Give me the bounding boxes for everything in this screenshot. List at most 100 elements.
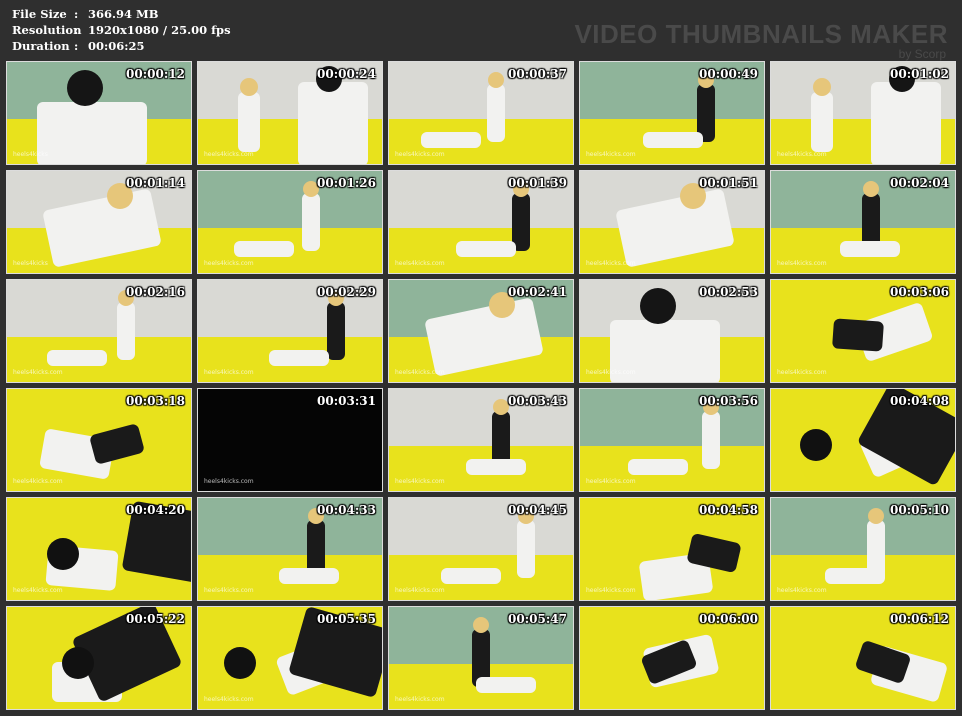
- video-thumbnail[interactable]: 00:05:47 heels4kicks.com: [388, 606, 574, 710]
- video-thumbnail[interactable]: 00:03:31 heels4kicks.com: [197, 388, 383, 492]
- figure-floor: [456, 241, 516, 257]
- figure-floor: [441, 568, 501, 584]
- site-watermark: heels4kicks.com: [586, 369, 636, 376]
- figure-floor: [269, 350, 329, 366]
- video-thumbnail[interactable]: 00:03:56 heels4kicks.com: [579, 388, 765, 492]
- video-thumbnail[interactable]: 00:02:53 heels4kicks.com: [579, 279, 765, 383]
- figure-black-tights: [88, 423, 146, 465]
- video-thumbnail[interactable]: 00:05:35 heels4kicks.com: [197, 606, 383, 710]
- resolution-label: Resolution: [12, 23, 82, 37]
- timestamp-label: 00:01:39: [508, 176, 567, 190]
- resolution-value: 1920x1080 / 25.00 fps: [88, 23, 231, 37]
- video-thumbnail[interactable]: 00:01:51 heels4kicks.com: [579, 170, 765, 274]
- video-thumbnail[interactable]: 00:06:00: [579, 606, 765, 710]
- video-thumbnail[interactable]: 00:04:58 heels4kicks.com: [579, 497, 765, 601]
- site-watermark: heels4kicks.com: [777, 369, 827, 376]
- site-watermark: heels4kicks.com: [204, 587, 254, 594]
- timestamp-label: 00:01:02: [890, 67, 949, 81]
- head-dark-mask: [224, 647, 256, 679]
- video-thumbnail[interactable]: 00:05:10 heels4kicks.com: [770, 497, 956, 601]
- timestamp-label: 00:05:35: [317, 612, 376, 626]
- timestamp-label: 00:03:31: [317, 394, 376, 408]
- video-thumbnail[interactable]: 00:02:04 heels4kicks.com: [770, 170, 956, 274]
- figure-black-tights: [854, 639, 912, 685]
- duration-label: Duration: [12, 39, 70, 53]
- timestamp-label: 00:01:14: [126, 176, 185, 190]
- timestamp-label: 00:02:41: [508, 285, 567, 299]
- head-blonde: [240, 78, 258, 96]
- timestamp-label: 00:02:16: [126, 285, 185, 299]
- brand-title: VIDEO THUMBNAILS MAKER: [574, 19, 948, 49]
- figure-standing: [517, 520, 535, 578]
- video-thumbnail[interactable]: 00:06:12: [770, 606, 956, 710]
- duration-value: 00:06:25: [88, 39, 145, 53]
- head-dark-mask: [47, 538, 79, 570]
- site-watermark: heels4kicks.com: [204, 478, 254, 485]
- figure-floor: [47, 350, 107, 366]
- video-thumbnail[interactable]: 00:05:22: [6, 606, 192, 710]
- video-thumbnail[interactable]: 00:01:39 heels4kicks.com: [388, 170, 574, 274]
- video-thumbnail[interactable]: 00:00:49 heels4kicks.com: [579, 61, 765, 165]
- timestamp-label: 00:03:43: [508, 394, 567, 408]
- video-thumbnail[interactable]: 00:03:18 heels4kicks.com: [6, 388, 192, 492]
- brand-subtitle: by Scorp: [898, 47, 946, 61]
- video-thumbnail[interactable]: 00:04:20 heels4kicks.com: [6, 497, 192, 601]
- video-thumbnail[interactable]: 00:01:02 heels4kicks.com: [770, 61, 956, 165]
- video-thumbnail[interactable]: 00:00:24 heels4kicks.com: [197, 61, 383, 165]
- site-watermark: heels4kicks.com: [204, 151, 254, 158]
- video-thumbnail[interactable]: 00:03:43 heels4kicks.com: [388, 388, 574, 492]
- site-watermark: heels4kicks.com: [395, 696, 445, 703]
- video-thumbnail[interactable]: 00:02:41 heels4kicks.com: [388, 279, 574, 383]
- video-thumbnail[interactable]: 00:02:16 heels4kicks.com: [6, 279, 192, 383]
- figure-standing: [327, 302, 345, 360]
- video-thumbnail[interactable]: 00:04:45 heels4kicks.com: [388, 497, 574, 601]
- video-thumbnail[interactable]: 00:01:14 heels4kicks: [6, 170, 192, 274]
- timestamp-label: 00:02:53: [699, 285, 758, 299]
- duration-separator: :: [74, 39, 79, 53]
- site-watermark: heels4kicks.com: [777, 260, 827, 267]
- site-watermark: heels4kicks: [13, 260, 48, 267]
- timestamp-label: 00:03:56: [699, 394, 758, 408]
- site-watermark: heels4kicks.com: [586, 260, 636, 267]
- timestamp-label: 00:00:37: [508, 67, 567, 81]
- figure-standing: [302, 193, 320, 251]
- timestamp-label: 00:02:29: [317, 285, 376, 299]
- site-watermark: heels4kicks.com: [13, 478, 63, 485]
- file-size-separator: :: [74, 7, 79, 21]
- timestamp-label: 00:02:04: [890, 176, 949, 190]
- figure-black-tights: [832, 318, 884, 352]
- timestamp-label: 00:03:18: [126, 394, 185, 408]
- site-watermark: heels4kicks.com: [586, 587, 636, 594]
- site-watermark: heels4kicks.com: [777, 587, 827, 594]
- head-blonde: [863, 181, 879, 197]
- timestamp-label: 00:06:12: [890, 612, 949, 626]
- video-thumbnail[interactable]: 00:02:29 heels4kicks.com: [197, 279, 383, 383]
- file-size-row: File Size : 366.94 MB: [12, 6, 231, 22]
- site-watermark: heels4kicks: [13, 151, 48, 158]
- figure-white-suit: [811, 92, 833, 152]
- file-size-value: 366.94 MB: [88, 7, 159, 21]
- video-thumbnail[interactable]: 00:04:08: [770, 388, 956, 492]
- site-watermark: heels4kicks.com: [586, 478, 636, 485]
- site-watermark: heels4kicks.com: [586, 151, 636, 158]
- figure-floor: [643, 132, 703, 148]
- site-watermark: heels4kicks.com: [204, 696, 254, 703]
- timestamp-label: 00:04:20: [126, 503, 185, 517]
- site-watermark: heels4kicks.com: [13, 587, 63, 594]
- head-blonde: [473, 617, 489, 633]
- duration-row: Duration : 00:06:25: [12, 38, 231, 54]
- video-thumbnail[interactable]: 00:01:26 heels4kicks.com: [197, 170, 383, 274]
- video-thumbnail[interactable]: 00:00:12 heels4kicks: [6, 61, 192, 165]
- thumbnail-grid: 00:00:12 heels4kicks 00:00:24 heels4kicks.c…: [6, 61, 956, 710]
- site-watermark: heels4kicks.com: [395, 587, 445, 594]
- video-thumbnail[interactable]: 00:00:37 heels4kicks.com: [388, 61, 574, 165]
- site-watermark: heels4kicks.com: [204, 260, 254, 267]
- video-thumbnail[interactable]: 00:03:06 heels4kicks.com: [770, 279, 956, 383]
- file-size-label: File Size: [12, 7, 67, 21]
- head-blonde: [868, 508, 884, 524]
- video-thumbnail[interactable]: 00:04:33 heels4kicks.com: [197, 497, 383, 601]
- timestamp-label: 00:01:51: [699, 176, 758, 190]
- figure-floor: [421, 132, 481, 148]
- head-blonde: [493, 399, 509, 415]
- figure-floor: [840, 241, 900, 257]
